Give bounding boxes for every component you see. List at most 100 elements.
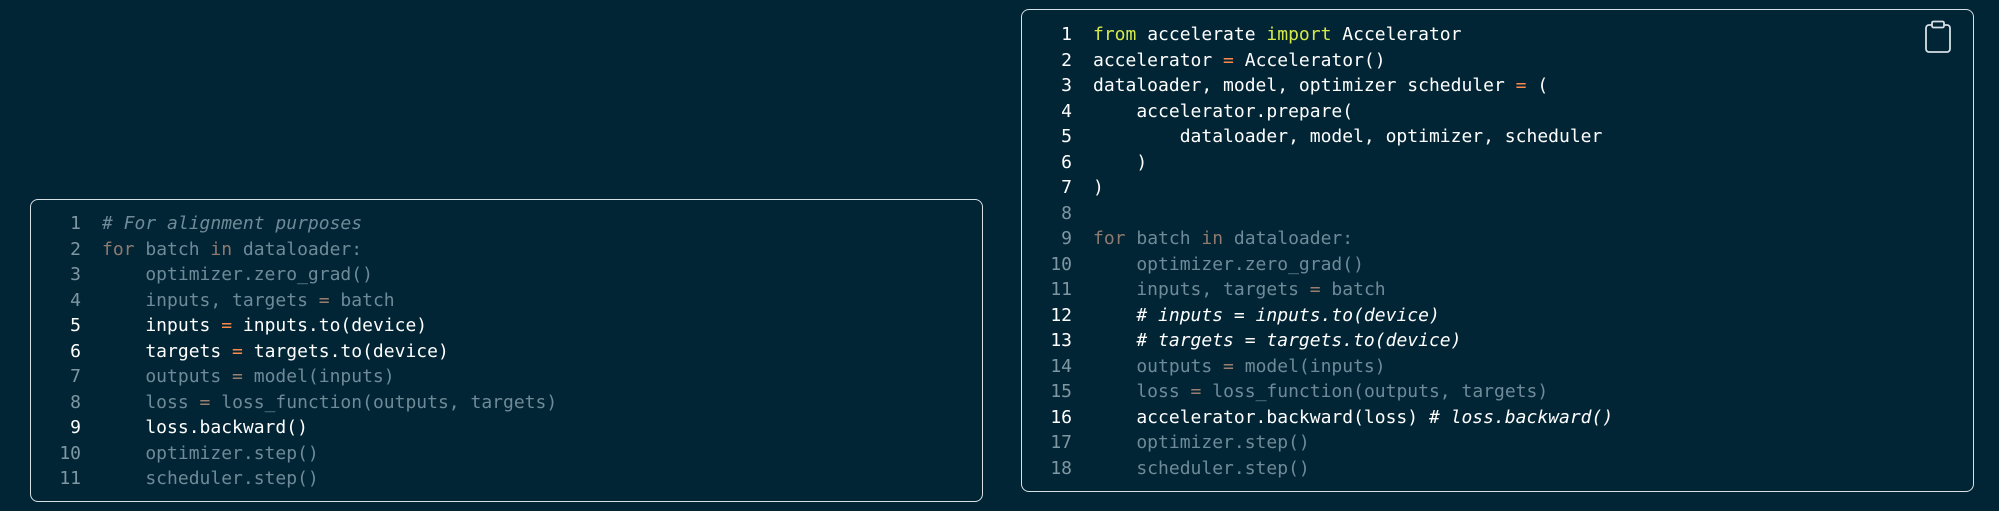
comment-token: # loss.backward() (1428, 406, 1614, 428)
code-token: Accelerator (1331, 24, 1462, 45)
keyword-token: for (102, 238, 135, 260)
code-line: 9 loss.backward() (31, 415, 982, 441)
line-number: 2 (1061, 49, 1072, 71)
code-token: batch (329, 289, 395, 311)
line-number: 3 (1061, 75, 1072, 96)
code-text: # For alignment purposes (102, 211, 362, 237)
code-token: dataloader, model, optimizer scheduler (1093, 75, 1516, 96)
line-number: 6 (70, 340, 81, 362)
code-token: outputs (102, 366, 233, 387)
code-text: ) (1093, 150, 1147, 176)
copy-button[interactable] (1923, 20, 1953, 54)
code-text: loss = loss_function(outputs, targets) (102, 390, 557, 416)
code-block-plain-pytorch: 1 # For alignment purposes 2 for batch in d… (30, 199, 983, 502)
code-token: scheduler.step() (102, 468, 319, 489)
line-number: 13 (1050, 330, 1072, 351)
keyword-token: in (210, 238, 233, 260)
line-number: 15 (1050, 381, 1072, 402)
code-text: outputs = model(inputs) (102, 364, 394, 390)
code-text: accelerator.prepare( (1093, 99, 1353, 125)
operator-token: = (1223, 49, 1234, 71)
code-text: loss = loss_function(outputs, targets) (1093, 379, 1548, 405)
code-line: 3 optimizer.zero_grad() (31, 262, 982, 288)
code-token: ( (1526, 75, 1549, 96)
code-text: optimizer.zero_grad() (102, 262, 373, 288)
code-line: 4 accelerator.prepare( (1022, 99, 1973, 125)
code-token: loss (102, 391, 200, 413)
code-token: optimizer.zero_grad() (1093, 253, 1364, 275)
code-text: optimizer.zero_grad() (1093, 252, 1364, 278)
code-text: from accelerate import Accelerator (1093, 22, 1461, 48)
code-line: 16 accelerator.backward(loss) # loss.bac… (1022, 405, 1973, 431)
line-number: 2 (70, 238, 81, 260)
code-token: model(inputs) (1233, 355, 1386, 377)
clipboard-icon[interactable] (1923, 20, 1953, 54)
code-text: dataloader, model, optimizer scheduler =… (1093, 73, 1548, 99)
code-token: accelerator.prepare( (1093, 100, 1354, 122)
code-token: targets (102, 340, 233, 362)
code-text: inputs, targets = batch (1093, 277, 1386, 303)
line-number: 4 (70, 289, 81, 311)
code-line: 18 scheduler.step() (1022, 456, 1973, 482)
code-token: dataloader: (232, 238, 363, 260)
line-number: 9 (70, 417, 81, 438)
operator-token: = (199, 391, 211, 413)
code-text: # targets = targets.to(device) (1093, 328, 1461, 354)
code-text: for batch in dataloader: (102, 237, 362, 263)
code-token: Accelerator() (1233, 49, 1386, 71)
code-text: accelerator.backward(loss) # loss.backwa… (1093, 405, 1613, 431)
line-number: 9 (1061, 228, 1072, 249)
code-token: loss_function(outputs, targets) (210, 391, 558, 413)
code-token: optimizer.zero_grad() (102, 264, 373, 285)
line-number: 7 (70, 366, 81, 387)
code-token: targets.to(device) (242, 340, 449, 362)
code-token: inputs, targets (1093, 279, 1310, 300)
line-number: 11 (1050, 279, 1072, 300)
code-token: inputs, targets (102, 289, 319, 311)
line-number: 18 (1050, 457, 1072, 479)
code-line: 2 accelerator = Accelerator() (1022, 48, 1973, 74)
line-number: 16 (1050, 406, 1072, 428)
code-line: 8 (1022, 201, 1973, 227)
code-token: loss_function(outputs, targets) (1201, 381, 1549, 402)
line-number: 1 (70, 213, 81, 234)
code-token: dataloader: (1223, 228, 1354, 249)
code-line: 12 # inputs = inputs.to(device) (1022, 303, 1973, 329)
code-token: batch (134, 238, 211, 260)
line-number: 4 (1061, 100, 1072, 122)
code-token: optimizer.step() (1093, 432, 1310, 453)
code-line: 5 inputs = inputs.to(device) (31, 313, 982, 339)
operator-token: = (1190, 381, 1202, 402)
code-token: loss (1093, 381, 1191, 402)
code-listing: 1 from accelerate import Accelerator 2 acce… (1022, 22, 1973, 481)
code-line: 1 from accelerate import Accelerator (1022, 22, 1973, 48)
code-token: accelerator (1093, 49, 1224, 71)
keyword-token: for (1093, 228, 1126, 249)
keyword-token: in (1201, 228, 1224, 249)
line-number: 17 (1050, 432, 1072, 453)
operator-token: = (1223, 355, 1234, 377)
code-text: optimizer.step() (102, 441, 318, 467)
code-line: 6 ) (1022, 150, 1973, 176)
operator-token: = (1515, 75, 1527, 96)
code-line: 6 targets = targets.to(device) (31, 339, 982, 365)
line-number: 11 (59, 468, 81, 489)
code-token: batch (1320, 279, 1386, 300)
operator-token: = (232, 340, 243, 362)
code-text: scheduler.step() (1093, 456, 1310, 482)
code-line: 10 optimizer.zero_grad() (1022, 252, 1973, 278)
code-line: 4 inputs, targets = batch (31, 288, 982, 314)
code-text: optimizer.step() (1093, 430, 1310, 456)
line-number: 10 (1050, 253, 1072, 275)
line-number: 8 (70, 391, 81, 413)
code-text: scheduler.step() (102, 466, 319, 492)
line-number: 5 (70, 315, 81, 336)
line-number: 5 (1061, 126, 1072, 147)
code-line: 15 loss = loss_function(outputs, targets… (1022, 379, 1973, 405)
code-text: accelerator = Accelerator() (1093, 48, 1386, 74)
code-line: 17 optimizer.step() (1022, 430, 1973, 456)
comment-token: # targets = targets.to(device) (1136, 330, 1462, 351)
code-line: 14 outputs = model(inputs) (1022, 354, 1973, 380)
code-token: scheduler.step() (1093, 457, 1310, 479)
